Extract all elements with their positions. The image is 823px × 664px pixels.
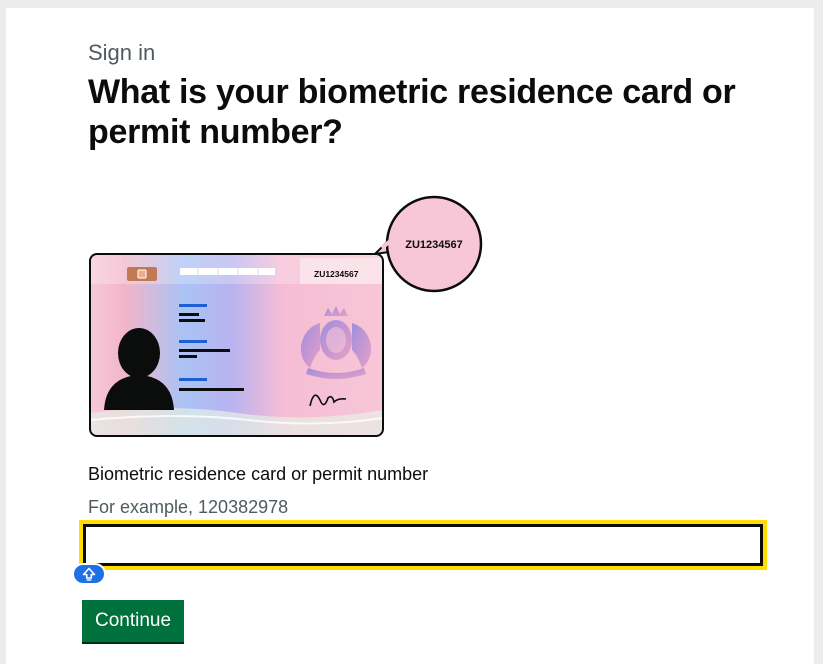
continue-button[interactable]: Continue [82,600,185,642]
card-illustration: ZU1234567 ZU1234567 [88,188,508,453]
page-caption: Sign in [88,40,156,65]
brp-number-focus-ring [79,520,767,570]
card-number-text: ZU1234567 [314,269,359,279]
brp-number-hint: For example, 120382978 [88,497,289,517]
page-title: What is your biometric residence card or… [88,73,736,151]
person-silhouette-icon [118,328,160,378]
shift-arrow-icon [82,567,96,581]
brp-number-label: Biometric residence card or permit numbe… [88,464,429,484]
brp-number-input[interactable] [83,524,763,566]
biometric-card-image: ZU1234567 ZU1234567 [89,195,483,437]
magnified-card-number: ZU1234567 [405,239,463,251]
autofill-badge[interactable] [72,563,106,585]
